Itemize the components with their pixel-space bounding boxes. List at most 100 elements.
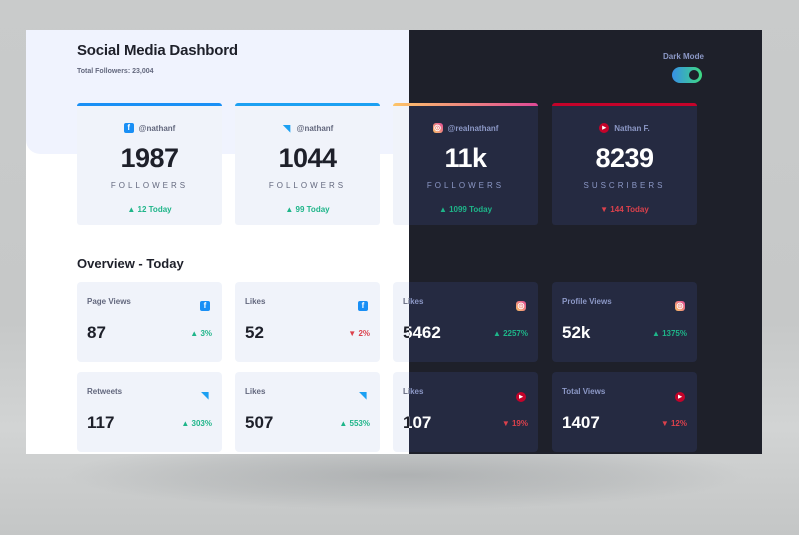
overview-metric-value: 507 bbox=[245, 413, 274, 432]
card-accent-bar bbox=[409, 103, 538, 106]
daily-change-value: 99 Today bbox=[295, 205, 330, 214]
follower-label: FOLLOWERS bbox=[393, 181, 409, 190]
overview-metric-value: 107 bbox=[409, 413, 432, 432]
follower-label: FOLLOWERS bbox=[268, 181, 347, 190]
card-accent-bar bbox=[393, 103, 409, 106]
dark-mode-label: Dark Mode bbox=[663, 52, 704, 61]
overview-card[interactable]: Page Views f 87 ▲ 3% bbox=[77, 282, 222, 362]
card-handle: @nathanf bbox=[296, 123, 334, 133]
overview-change-value: 553% bbox=[349, 419, 370, 428]
youtube-icon: ▶ bbox=[675, 392, 685, 402]
follower-card-instagram[interactable]: ◎@realnathanf11kFOLLOWERS▲ 1099 Today bbox=[393, 103, 409, 225]
overview-metric-label: Likes bbox=[245, 387, 266, 396]
dark-theme-view: Social Media Dashbord Total Followers: 2… bbox=[409, 30, 762, 454]
overview-card[interactable]: Total Views ▶ 1407 ▼ 12% bbox=[552, 372, 697, 452]
overview-card[interactable]: Likes◎5462▲ 2257% bbox=[409, 282, 538, 362]
facebook-icon: f bbox=[358, 301, 368, 311]
overview-metric-value: 52 bbox=[245, 323, 264, 342]
overview-icon-wrap: ◥ bbox=[200, 385, 210, 403]
twitter-icon: ◥ bbox=[201, 390, 209, 400]
overview-icon-wrap: ◎ bbox=[516, 295, 526, 313]
overview-change: ▼ 12% bbox=[661, 419, 687, 428]
instagram-icon: ◎ bbox=[432, 123, 443, 133]
card-accent-bar bbox=[235, 103, 380, 106]
follower-count: 11k bbox=[393, 143, 409, 174]
overview-change: ▲ 3% bbox=[190, 329, 212, 338]
overview-metric-value: 52k bbox=[562, 323, 591, 342]
overview-icon-wrap: ◥ bbox=[358, 385, 368, 403]
overview-change: ▼ 19% bbox=[502, 419, 528, 428]
follower-count: 1987 bbox=[120, 143, 179, 173]
arrow-up-icon: ▲ bbox=[492, 329, 504, 338]
overview-title: Overview - Today bbox=[77, 256, 184, 271]
follower-card-youtube[interactable]: ▶ Nathan F. 8239 SUSCRIBERS ▼ 144 Today bbox=[552, 103, 697, 225]
overview-change-value: 2% bbox=[358, 329, 370, 338]
arrow-up-icon: ▲ bbox=[438, 205, 450, 214]
daily-change-value: 144 Today bbox=[610, 205, 649, 214]
overview-change-value: 1375% bbox=[662, 329, 687, 338]
daily-change: ▲ 99 Today bbox=[235, 205, 380, 214]
card-handle-row: f @nathanf bbox=[77, 123, 222, 133]
facebook-icon: f bbox=[200, 301, 210, 311]
overview-icon-wrap: ▶ bbox=[516, 385, 526, 403]
overview-icon-wrap: f bbox=[358, 295, 368, 313]
overview-change: ▲ 303% bbox=[181, 419, 212, 428]
daily-change: ▲ 1099 Today bbox=[409, 205, 538, 214]
overview-metric-label: Retweets bbox=[87, 387, 123, 396]
overview-card[interactable]: Likes▶107▼ 19% bbox=[393, 372, 409, 452]
follower-label: FOLLOWERS bbox=[426, 181, 505, 190]
follower-card-facebook[interactable]: f @nathanf 1987 FOLLOWERS ▲ 12 Today bbox=[77, 103, 222, 225]
overview-change: ▲ 553% bbox=[339, 419, 370, 428]
card-accent-bar bbox=[552, 103, 697, 106]
overview-card[interactable]: Retweets ◥ 117 ▲ 303% bbox=[77, 372, 222, 452]
card-handle: Nathan F. bbox=[614, 123, 650, 133]
card-handle-row: ◥ @nathanf bbox=[235, 123, 380, 133]
overview-card[interactable]: Likes f 52 ▼ 2% bbox=[235, 282, 380, 362]
total-followers: Total Followers: 23,004 bbox=[77, 68, 154, 75]
follower-count: 11k bbox=[444, 143, 487, 173]
arrow-down-icon: ▼ bbox=[501, 419, 512, 428]
instagram-icon: ◎ bbox=[675, 301, 685, 311]
youtube-icon: ▶ bbox=[599, 123, 610, 133]
dashboard-screen: Social Media Dashbord Total Followers: 2… bbox=[26, 30, 762, 454]
daily-change-value: 1099 Today bbox=[449, 205, 493, 214]
overview-metric-label: Total Views bbox=[562, 387, 606, 396]
overview-metric-label: Profile Views bbox=[562, 297, 612, 306]
arrow-up-icon: ▲ bbox=[181, 419, 192, 428]
youtube-icon: ▶ bbox=[516, 392, 526, 402]
card-handle: @realnathanf bbox=[447, 123, 499, 133]
follower-count: 8239 bbox=[595, 143, 654, 173]
overview-change: ▲ 1375% bbox=[652, 329, 687, 338]
facebook-icon: f bbox=[123, 123, 134, 133]
overview-metric-label: Page Views bbox=[87, 297, 131, 306]
overview-change: ▲ 2257% bbox=[493, 329, 528, 338]
overview-change-value: 3% bbox=[200, 329, 212, 338]
overview-card[interactable]: Likes ◥ 507 ▲ 553% bbox=[235, 372, 380, 452]
overview-card[interactable]: Profile Views ◎ 52k ▲ 1375% bbox=[552, 282, 697, 362]
daily-change-value: 12 Today bbox=[137, 205, 172, 214]
page-title: Social Media Dashbord bbox=[77, 42, 238, 59]
arrow-up-icon: ▲ bbox=[651, 329, 663, 338]
overview-icon-wrap: f bbox=[200, 295, 210, 313]
card-handle-row: ◎ @realnathanf bbox=[409, 123, 538, 133]
light-theme-view: Social Media Dashbord Total Followers: 2… bbox=[26, 30, 409, 454]
dashboard-layer: Social Media Dashbord Total Followers: 2… bbox=[409, 30, 762, 454]
overview-change-value: 2257% bbox=[503, 329, 528, 338]
follower-card-twitter[interactable]: ◥ @nathanf 1044 FOLLOWERS ▲ 99 Today bbox=[235, 103, 380, 225]
follower-label: FOLLOWERS bbox=[110, 181, 189, 190]
toggle-knob bbox=[689, 70, 699, 80]
dark-mode-toggle[interactable] bbox=[672, 67, 702, 83]
overview-change: ▼ 2% bbox=[348, 329, 370, 338]
arrow-down-icon: ▼ bbox=[600, 205, 611, 214]
overview-card[interactable]: Likes◎5462▲ 2257% bbox=[393, 282, 409, 362]
dashboard-layer: Social Media Dashbord Total Followers: 2… bbox=[26, 30, 409, 454]
daily-change: ▲ 1099 Today bbox=[393, 205, 409, 214]
overview-card[interactable]: Likes▶107▼ 19% bbox=[409, 372, 538, 452]
arrow-up-icon: ▲ bbox=[339, 419, 350, 428]
follower-card-instagram[interactable]: ◎ @realnathanf 11k FOLLOWERS ▲ 1099 Today bbox=[409, 103, 538, 225]
overview-icon-wrap: ◎ bbox=[675, 295, 685, 313]
overview-metric-label: Likes bbox=[245, 297, 266, 306]
follower-label: SUSCRIBERS bbox=[583, 181, 666, 190]
daily-change: ▼ 144 Today bbox=[552, 205, 697, 214]
overview-metric-value: 87 bbox=[87, 323, 106, 342]
